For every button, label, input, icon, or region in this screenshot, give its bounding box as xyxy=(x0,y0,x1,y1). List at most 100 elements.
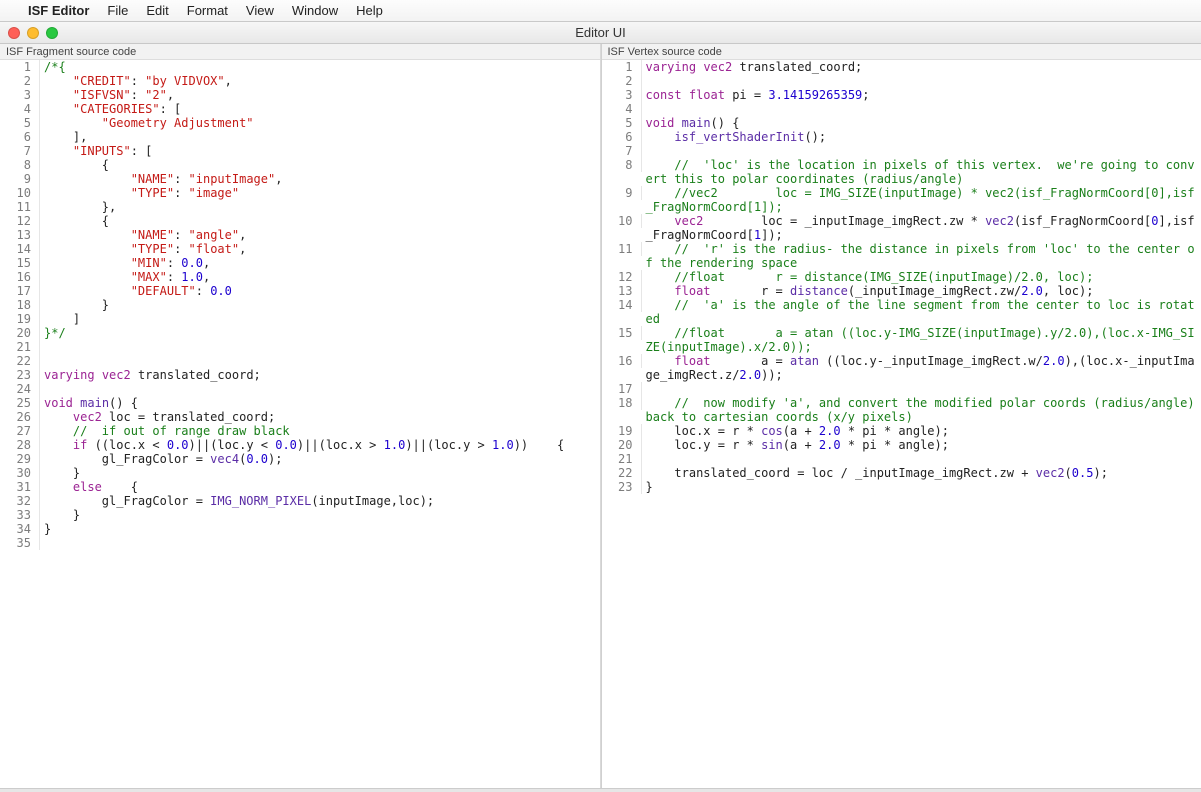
code-text[interactable] xyxy=(44,536,600,550)
code-line[interactable]: 12 //float r = distance(IMG_SIZE(inputIm… xyxy=(602,270,1201,284)
code-line[interactable]: 17 xyxy=(602,382,1201,396)
code-text[interactable]: // 'r' is the radius- the distance in pi… xyxy=(646,242,1201,270)
code-line[interactable]: 1/*{ xyxy=(0,60,600,74)
code-line[interactable]: 2 xyxy=(602,74,1201,88)
code-line[interactable]: 27 // if out of range draw black xyxy=(0,424,600,438)
code-text[interactable] xyxy=(44,340,600,354)
code-line[interactable]: 18 } xyxy=(0,298,600,312)
code-line[interactable]: 24 xyxy=(0,382,600,396)
code-text[interactable]: loc.x = r * cos(a + 2.0 * pi * angle); xyxy=(646,424,1201,438)
code-line[interactable]: 33 } xyxy=(0,508,600,522)
code-line[interactable]: 16 float a = atan ((loc.y-_inputImage_im… xyxy=(602,354,1201,382)
code-text[interactable]: const float pi = 3.14159265359; xyxy=(646,88,1201,102)
code-text[interactable]: }*/ xyxy=(44,326,600,340)
code-text[interactable]: } xyxy=(44,298,600,312)
code-text[interactable]: "TYPE": "image" xyxy=(44,186,600,200)
code-text[interactable]: loc.y = r * sin(a + 2.0 * pi * angle); xyxy=(646,438,1201,452)
menu-window[interactable]: Window xyxy=(292,3,338,18)
code-line[interactable]: 3 "ISFVSN": "2", xyxy=(0,88,600,102)
code-text[interactable]: vec2 loc = _inputImage_imgRect.zw * vec2… xyxy=(646,214,1201,242)
code-text[interactable]: // if out of range draw black xyxy=(44,424,600,438)
code-line[interactable]: 30 } xyxy=(0,466,600,480)
code-line[interactable]: 5 "Geometry Adjustment" xyxy=(0,116,600,130)
code-text[interactable] xyxy=(646,102,1201,116)
code-line[interactable]: 23varying vec2 translated_coord; xyxy=(0,368,600,382)
code-text[interactable]: isf_vertShaderInit(); xyxy=(646,130,1201,144)
code-line[interactable]: 12 { xyxy=(0,214,600,228)
code-text[interactable]: "Geometry Adjustment" xyxy=(44,116,600,130)
code-text[interactable]: }, xyxy=(44,200,600,214)
code-text[interactable]: //vec2 loc = IMG_SIZE(inputImage) * vec2… xyxy=(646,186,1201,214)
code-line[interactable]: 8 // 'loc' is the location in pixels of … xyxy=(602,158,1201,186)
code-line[interactable]: 29 gl_FragColor = vec4(0.0); xyxy=(0,452,600,466)
code-line[interactable]: 34} xyxy=(0,522,600,536)
code-text[interactable]: void main() { xyxy=(646,116,1201,130)
menu-file[interactable]: File xyxy=(107,3,128,18)
menu-edit[interactable]: Edit xyxy=(146,3,168,18)
code-text[interactable] xyxy=(646,74,1201,88)
code-line[interactable]: 10 "TYPE": "image" xyxy=(0,186,600,200)
code-text[interactable]: "INPUTS": [ xyxy=(44,144,600,158)
code-text[interactable] xyxy=(646,144,1201,158)
code-line[interactable]: 28 if ((loc.x < 0.0)||(loc.y < 0.0)||(lo… xyxy=(0,438,600,452)
code-text[interactable] xyxy=(646,382,1201,396)
code-text[interactable]: "NAME": "inputImage", xyxy=(44,172,600,186)
vertex-editor[interactable]: 1varying vec2 translated_coord;2 3const … xyxy=(602,60,1201,788)
menu-view[interactable]: View xyxy=(246,3,274,18)
code-line[interactable]: 4 "CATEGORIES": [ xyxy=(0,102,600,116)
code-text[interactable]: //float r = distance(IMG_SIZE(inputImage… xyxy=(646,270,1201,284)
code-line[interactable]: 7 "INPUTS": [ xyxy=(0,144,600,158)
code-line[interactable]: 3const float pi = 3.14159265359; xyxy=(602,88,1201,102)
code-text[interactable]: gl_FragColor = IMG_NORM_PIXEL(inputImage… xyxy=(44,494,600,508)
code-line[interactable]: 19 ] xyxy=(0,312,600,326)
fragment-editor[interactable]: 1/*{2 "CREDIT": "by VIDVOX",3 "ISFVSN": … xyxy=(0,60,600,788)
code-line[interactable]: 8 { xyxy=(0,158,600,172)
code-line[interactable]: 6 ], xyxy=(0,130,600,144)
code-text[interactable]: gl_FragColor = vec4(0.0); xyxy=(44,452,600,466)
code-line[interactable]: 21 xyxy=(0,340,600,354)
code-text[interactable]: "TYPE": "float", xyxy=(44,242,600,256)
minimize-window-button[interactable] xyxy=(27,27,39,39)
code-line[interactable]: 13 float r = distance(_inputImage_imgRec… xyxy=(602,284,1201,298)
code-line[interactable]: 9 //vec2 loc = IMG_SIZE(inputImage) * ve… xyxy=(602,186,1201,214)
code-text[interactable]: ], xyxy=(44,130,600,144)
code-line[interactable]: 31 else { xyxy=(0,480,600,494)
code-line[interactable]: 23} xyxy=(602,480,1201,494)
code-line[interactable]: 19 loc.x = r * cos(a + 2.0 * pi * angle)… xyxy=(602,424,1201,438)
code-text[interactable]: else { xyxy=(44,480,600,494)
code-text[interactable] xyxy=(646,452,1201,466)
code-text[interactable]: { xyxy=(44,158,600,172)
code-line[interactable]: 9 "NAME": "inputImage", xyxy=(0,172,600,186)
code-line[interactable]: 11 // 'r' is the radius- the distance in… xyxy=(602,242,1201,270)
code-text[interactable]: "ISFVSN": "2", xyxy=(44,88,600,102)
code-text[interactable]: // 'a' is the angle of the line segment … xyxy=(646,298,1201,326)
code-line[interactable]: 35 xyxy=(0,536,600,550)
code-text[interactable]: { xyxy=(44,214,600,228)
code-text[interactable]: ] xyxy=(44,312,600,326)
code-line[interactable]: 20}*/ xyxy=(0,326,600,340)
code-text[interactable]: void main() { xyxy=(44,396,600,410)
code-text[interactable]: } xyxy=(44,466,600,480)
code-line[interactable]: 22 translated_coord = loc / _inputImage_… xyxy=(602,466,1201,480)
code-text[interactable]: varying vec2 translated_coord; xyxy=(646,60,1201,74)
app-name[interactable]: ISF Editor xyxy=(28,3,89,18)
code-text[interactable]: } xyxy=(44,508,600,522)
code-line[interactable]: 32 gl_FragColor = IMG_NORM_PIXEL(inputIm… xyxy=(0,494,600,508)
close-window-button[interactable] xyxy=(8,27,20,39)
code-text[interactable]: varying vec2 translated_coord; xyxy=(44,368,600,382)
code-line[interactable]: 25void main() { xyxy=(0,396,600,410)
code-text[interactable]: // 'loc' is the location in pixels of th… xyxy=(646,158,1201,186)
code-text[interactable]: //float a = atan ((loc.y-IMG_SIZE(inputI… xyxy=(646,326,1201,354)
code-text[interactable]: if ((loc.x < 0.0)||(loc.y < 0.0)||(loc.x… xyxy=(44,438,600,452)
code-line[interactable]: 14 "TYPE": "float", xyxy=(0,242,600,256)
code-text[interactable]: "CREDIT": "by VIDVOX", xyxy=(44,74,600,88)
code-line[interactable]: 15 //float a = atan ((loc.y-IMG_SIZE(inp… xyxy=(602,326,1201,354)
code-text[interactable] xyxy=(44,382,600,396)
code-text[interactable]: "MIN": 0.0, xyxy=(44,256,600,270)
code-text[interactable]: "DEFAULT": 0.0 xyxy=(44,284,600,298)
code-text[interactable]: "CATEGORIES": [ xyxy=(44,102,600,116)
zoom-window-button[interactable] xyxy=(46,27,58,39)
code-line[interactable]: 1varying vec2 translated_coord; xyxy=(602,60,1201,74)
code-line[interactable]: 13 "NAME": "angle", xyxy=(0,228,600,242)
code-line[interactable]: 15 "MIN": 0.0, xyxy=(0,256,600,270)
